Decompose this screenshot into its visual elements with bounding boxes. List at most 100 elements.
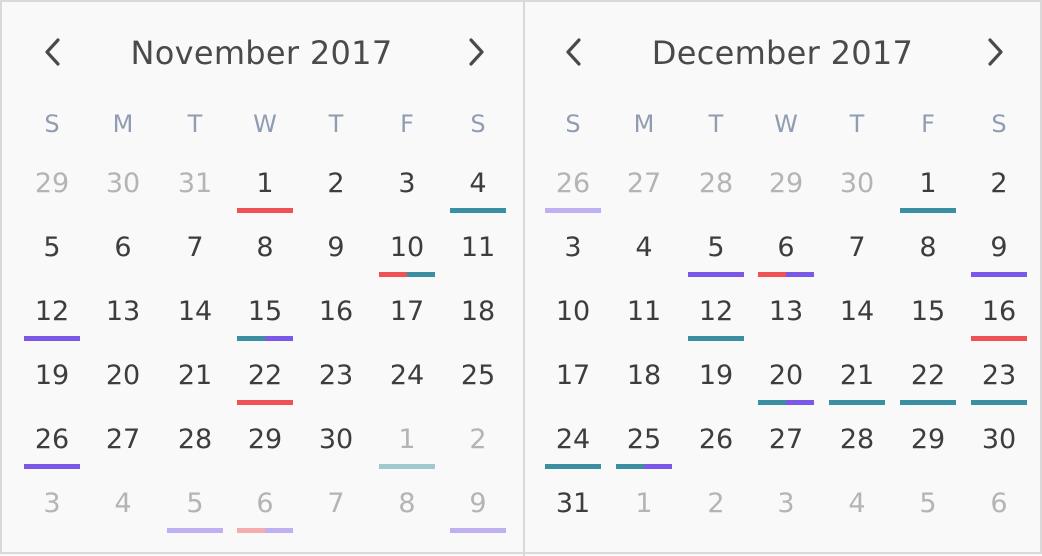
day-cell-outside-month[interactable]: 6 <box>229 482 301 533</box>
day-number: 29 <box>910 424 946 455</box>
day-cell[interactable]: 5 <box>16 226 88 270</box>
day-cell[interactable]: 6 <box>87 226 159 270</box>
day-cell-outside-month[interactable]: 2 <box>680 482 752 526</box>
day-cell[interactable]: 8 <box>892 226 964 270</box>
day-cell[interactable]: 24 <box>537 418 609 469</box>
day-cell[interactable]: 27 <box>87 418 159 462</box>
day-cell[interactable]: 14 <box>821 290 893 334</box>
day-cell[interactable]: 29 <box>892 418 964 462</box>
day-cell[interactable]: 9 <box>963 226 1035 277</box>
day-cell[interactable]: 2 <box>300 162 372 206</box>
day-cell-outside-month[interactable]: 4 <box>821 482 893 526</box>
day-cell[interactable]: 25 <box>442 354 514 398</box>
day-cell[interactable]: 31 <box>537 482 609 526</box>
day-cell-outside-month[interactable]: 30 <box>821 162 893 206</box>
day-cell-outside-month[interactable]: 26 <box>537 162 609 213</box>
day-cell[interactable]: 19 <box>680 354 752 398</box>
day-cell[interactable]: 13 <box>87 290 159 334</box>
day-cell[interactable]: 14 <box>159 290 231 334</box>
day-cell[interactable]: 24 <box>371 354 443 398</box>
day-cell[interactable]: 22 <box>229 354 301 405</box>
day-cell[interactable]: 8 <box>229 226 301 270</box>
day-cell[interactable]: 18 <box>442 290 514 334</box>
day-cell[interactable]: 21 <box>159 354 231 398</box>
day-cell[interactable]: 9 <box>300 226 372 270</box>
day-cell-outside-month[interactable]: 30 <box>87 162 159 206</box>
event-indicator-bar <box>758 400 814 405</box>
day-cell[interactable]: 6 <box>750 226 822 277</box>
day-cell[interactable]: 21 <box>821 354 893 405</box>
day-cell-outside-month[interactable]: 3 <box>16 482 88 526</box>
day-cell[interactable]: 26 <box>680 418 752 462</box>
day-cell[interactable]: 23 <box>300 354 372 398</box>
day-cell[interactable]: 11 <box>608 290 680 334</box>
day-cell[interactable]: 10 <box>371 226 443 277</box>
day-cell[interactable]: 5 <box>680 226 752 277</box>
next-month-button[interactable] <box>976 34 1012 70</box>
day-cell-outside-month[interactable]: 1 <box>371 418 443 469</box>
day-number: 30 <box>981 424 1017 455</box>
day-cell-outside-month[interactable]: 2 <box>442 418 514 462</box>
day-cell[interactable]: 20 <box>87 354 159 398</box>
day-cell[interactable]: 20 <box>750 354 822 405</box>
day-cell[interactable]: 28 <box>159 418 231 462</box>
day-cell[interactable]: 23 <box>963 354 1035 405</box>
day-cell[interactable]: 11 <box>442 226 514 270</box>
day-cell-outside-month[interactable]: 7 <box>300 482 372 526</box>
event-indicator-bar <box>24 336 80 341</box>
day-cell[interactable]: 4 <box>442 162 514 213</box>
day-cell-outside-month[interactable]: 3 <box>750 482 822 526</box>
day-number: 25 <box>460 360 496 391</box>
day-number: 12 <box>34 296 70 327</box>
day-cell[interactable]: 28 <box>821 418 893 462</box>
day-cell[interactable]: 12 <box>680 290 752 341</box>
day-cell[interactable]: 16 <box>300 290 372 334</box>
day-cell[interactable]: 26 <box>16 418 88 469</box>
month-header: November 2017 <box>2 26 521 80</box>
day-cell-outside-month[interactable]: 29 <box>750 162 822 206</box>
day-cell[interactable]: 1 <box>892 162 964 213</box>
day-cell[interactable]: 12 <box>16 290 88 341</box>
day-cell[interactable]: 2 <box>963 162 1035 206</box>
day-cell-outside-month[interactable]: 4 <box>87 482 159 526</box>
day-cell-outside-month[interactable]: 5 <box>892 482 964 526</box>
day-cell-outside-month[interactable]: 1 <box>608 482 680 526</box>
day-cell-outside-month[interactable]: 9 <box>442 482 514 533</box>
day-cell-outside-month[interactable]: 28 <box>680 162 752 206</box>
day-cell[interactable]: 15 <box>892 290 964 334</box>
day-cell[interactable]: 17 <box>371 290 443 334</box>
day-cell-outside-month[interactable]: 5 <box>159 482 231 533</box>
day-cell[interactable]: 25 <box>608 418 680 469</box>
day-cell[interactable]: 7 <box>159 226 231 270</box>
day-cell[interactable]: 22 <box>892 354 964 405</box>
day-cell[interactable]: 1 <box>229 162 301 213</box>
day-cell[interactable]: 29 <box>229 418 301 462</box>
day-cell[interactable]: 10 <box>537 290 609 334</box>
day-cell[interactable]: 30 <box>963 418 1035 462</box>
day-cell-outside-month[interactable]: 8 <box>371 482 443 526</box>
day-cell[interactable]: 4 <box>608 226 680 270</box>
day-cell-outside-month[interactable]: 29 <box>16 162 88 206</box>
day-cell-outside-month[interactable]: 27 <box>608 162 680 206</box>
day-cell-outside-month[interactable]: 6 <box>963 482 1035 526</box>
day-cell[interactable]: 13 <box>750 290 822 334</box>
day-cell[interactable]: 16 <box>963 290 1035 341</box>
day-cell-outside-month[interactable]: 31 <box>159 162 231 206</box>
day-cell[interactable]: 19 <box>16 354 88 398</box>
day-cell[interactable]: 7 <box>821 226 893 270</box>
day-number: 9 <box>327 232 345 263</box>
day-cell[interactable]: 3 <box>537 226 609 270</box>
day-cell[interactable]: 27 <box>750 418 822 462</box>
event-indicator-purple <box>688 272 744 277</box>
day-cell[interactable]: 15 <box>229 290 301 341</box>
day-cell[interactable]: 30 <box>300 418 372 462</box>
day-cell[interactable]: 17 <box>537 354 609 398</box>
event-indicator-bar <box>971 400 1027 405</box>
day-cell[interactable]: 3 <box>371 162 443 206</box>
day-cell[interactable]: 18 <box>608 354 680 398</box>
next-month-button[interactable] <box>457 34 493 70</box>
weekday-label: T <box>849 110 865 138</box>
event-indicator-purple <box>24 464 80 469</box>
event-indicator-bar <box>545 208 601 213</box>
day-number: 25 <box>626 424 662 455</box>
